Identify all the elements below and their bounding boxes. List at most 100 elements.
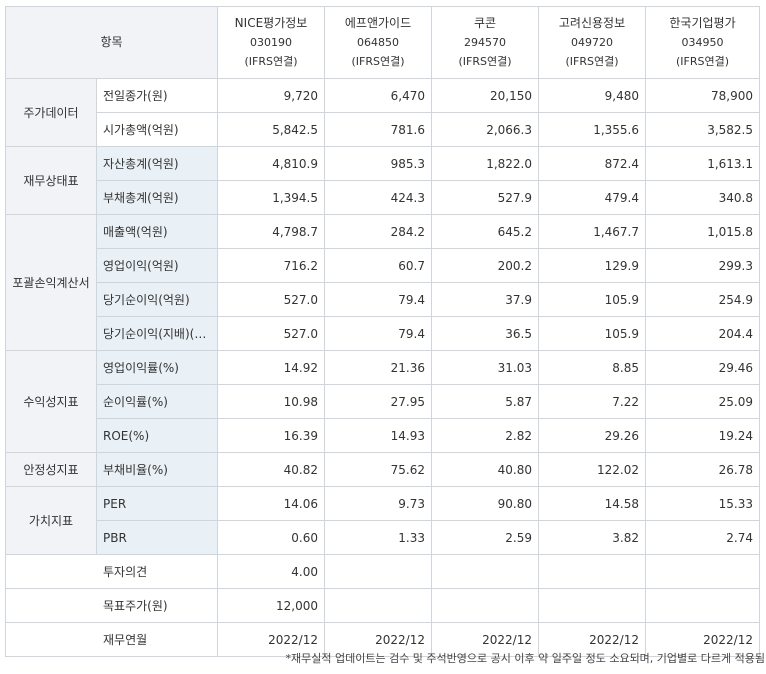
- value-cell: 2.82: [431, 418, 539, 453]
- value-cell: 105.9: [538, 316, 646, 351]
- row-label: PER: [96, 486, 218, 521]
- value-cell: 5,842.5: [217, 112, 325, 147]
- value-cell: 5.87: [431, 384, 539, 419]
- category-stock: 주가데이터: [5, 78, 97, 147]
- company-header-fnguide: 에프앤가이드 064850 (IFRS연결): [324, 6, 432, 79]
- value-cell: 0.60: [217, 520, 325, 555]
- table-row: 가치지표 PER 14.06 9.73 90.80 14.58 15.33: [5, 486, 760, 555]
- company-name: 고려신용정보: [558, 16, 626, 30]
- category-valuation: 가치지표: [5, 486, 97, 555]
- company-standard: (IFRS연결): [565, 55, 619, 68]
- table-row: 당기순이익(지배)(… 527.0 79.4 36.5 105.9 204.4: [6, 316, 760, 351]
- value-cell: 1.33: [324, 520, 432, 555]
- value-cell: 8.85: [538, 350, 646, 385]
- value-cell: 79.4: [324, 282, 432, 317]
- company-name: 에프앤가이드: [344, 16, 412, 30]
- value-cell: 27.95: [324, 384, 432, 419]
- table-row: 목표주가(원) 12,000: [5, 588, 760, 623]
- value-cell: 200.2: [431, 248, 539, 283]
- value-cell: 21.36: [324, 350, 432, 385]
- category-income: 포괄손익계산서: [5, 214, 97, 351]
- value-cell: 105.9: [538, 282, 646, 317]
- value-cell: 3,582.5: [645, 112, 760, 147]
- value-cell: 3.82: [538, 520, 646, 555]
- value-cell: 129.9: [538, 248, 646, 283]
- value-cell: [431, 588, 539, 623]
- value-cell: 1,467.7: [538, 214, 646, 249]
- value-cell: 781.6: [324, 112, 432, 147]
- header-item-label: 항목: [5, 6, 218, 79]
- row-label: 당기순이익(억원): [96, 282, 218, 317]
- value-cell: 40.82: [217, 452, 325, 487]
- value-cell: 15.33: [645, 486, 760, 521]
- value-cell: 31.03: [431, 350, 539, 385]
- value-cell: 14.06: [217, 486, 325, 521]
- table-row: 투자의견 4.00: [5, 554, 760, 589]
- value-cell: 25.09: [645, 384, 760, 419]
- company-standard: (IFRS연결): [244, 55, 298, 68]
- value-cell: 9.73: [324, 486, 432, 521]
- table-row: 포괄손익계산서 매출액(억원) 4,798.7 284.2 645.2 1,46…: [5, 214, 760, 351]
- value-cell: 40.80: [431, 452, 539, 487]
- row-label: 당기순이익(지배)(…: [96, 316, 218, 351]
- value-cell: [431, 554, 539, 589]
- table-row: 순이익률(%) 10.98 27.95 5.87 7.22 25.09: [6, 384, 760, 419]
- value-cell: 527.0: [217, 282, 325, 317]
- row-label: ROE(%): [96, 418, 218, 453]
- value-cell: 122.02: [538, 452, 646, 487]
- company-code: 294570: [464, 36, 506, 49]
- value-cell: 4,798.7: [217, 214, 325, 249]
- row-label: 전일종가(원): [96, 78, 218, 113]
- row-label-target-price: 목표주가(원): [5, 588, 218, 623]
- row-label: 영업이익률(%): [96, 350, 218, 385]
- company-name: 쿠콘: [473, 16, 497, 30]
- value-cell: 527.9: [431, 180, 539, 215]
- company-header-korearatings: 한국기업평가 034950 (IFRS연결): [645, 6, 760, 79]
- value-cell: 37.9: [431, 282, 539, 317]
- value-cell: 4.00: [217, 554, 325, 589]
- category-balance: 재무상태표: [5, 146, 97, 215]
- value-cell: 10.98: [217, 384, 325, 419]
- table-row: 수익성지표 영업이익률(%) 14.92 21.36 31.03 8.85 29…: [5, 350, 760, 453]
- value-cell: 479.4: [538, 180, 646, 215]
- row-label: 영업이익(억원): [96, 248, 218, 283]
- row-label: 부채총계(억원): [96, 180, 218, 215]
- row-label: 순이익률(%): [96, 384, 218, 419]
- company-code: 034950: [681, 36, 724, 49]
- value-cell: 1,015.8: [645, 214, 760, 249]
- table-row: 부채총계(억원) 1,394.5 424.3 527.9 479.4 340.8: [6, 180, 760, 215]
- value-cell: 9,480: [538, 78, 646, 113]
- value-cell: 29.26: [538, 418, 646, 453]
- table-row: ROE(%) 16.39 14.93 2.82 29.26 19.24: [6, 418, 760, 453]
- value-cell: 4,810.9: [217, 146, 325, 181]
- value-cell: 60.7: [324, 248, 432, 283]
- table-row: 당기순이익(억원) 527.0 79.4 37.9 105.9 254.9: [6, 282, 760, 317]
- value-cell: 79.4: [324, 316, 432, 351]
- row-label-opinion: 투자의견: [5, 554, 218, 589]
- value-cell: 284.2: [324, 214, 432, 249]
- value-cell: [645, 588, 760, 623]
- value-cell: 29.46: [645, 350, 760, 385]
- value-cell: 19.24: [645, 418, 760, 453]
- value-cell: [538, 588, 646, 623]
- value-cell: [324, 588, 432, 623]
- value-cell: 985.3: [324, 146, 432, 181]
- company-standard: (IFRS연결): [351, 55, 405, 68]
- value-cell: 90.80: [431, 486, 539, 521]
- value-cell: 16.39: [217, 418, 325, 453]
- value-cell: 6,470: [324, 78, 432, 113]
- value-cell: 14.58: [538, 486, 646, 521]
- value-cell: 424.3: [324, 180, 432, 215]
- value-cell: 75.62: [324, 452, 432, 487]
- company-code: 064850: [357, 36, 399, 49]
- value-cell: 872.4: [538, 146, 646, 181]
- value-cell: 12,000: [217, 588, 325, 623]
- value-cell: 78,900: [645, 78, 760, 113]
- company-header-koryo: 고려신용정보 049720 (IFRS연결): [538, 6, 646, 79]
- table-row: 재무상태표 자산총계(억원) 4,810.9 985.3 1,822.0 872…: [5, 146, 760, 215]
- table-row: 시가총액(억원) 5,842.5 781.6 2,066.3 1,355.6 3…: [6, 112, 760, 147]
- value-cell: 7.22: [538, 384, 646, 419]
- row-label: 부채비율(%): [96, 452, 218, 487]
- value-cell: 1,822.0: [431, 146, 539, 181]
- comparison-table-container: 항목 NICE평가정보 030190 (IFRS연결) 에프앤가이드 06485…: [5, 6, 760, 657]
